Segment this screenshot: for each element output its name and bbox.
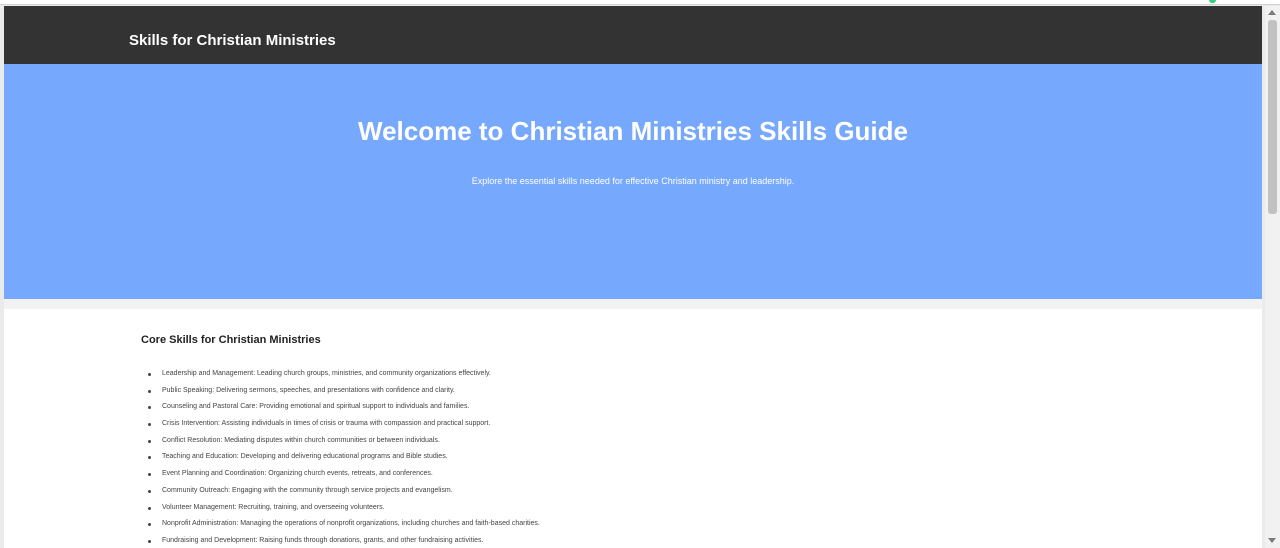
- skill-text: Public Speaking: Delivering sermons, spe…: [162, 386, 455, 394]
- skill-text: Leadership and Management: Leading churc…: [162, 370, 491, 377]
- site-title: Skills for Christian Ministries: [129, 32, 336, 49]
- bullet-icon: [148, 473, 151, 477]
- skill-text: Event Planning and Coordination: Organiz…: [162, 470, 433, 478]
- skill-text: Volunteer Management: Recruiting, traini…: [162, 503, 385, 511]
- page-viewport: Skills for Christian Ministries Welcome …: [4, 6, 1262, 548]
- list-item: Volunteer Management: Recruiting, traini…: [141, 503, 540, 520]
- skills-list: Leadership and Management: Leading churc…: [141, 369, 540, 548]
- hero-banner: Welcome to Christian Ministries Skills G…: [4, 64, 1262, 299]
- skill-text: Conflict Resolution: Mediating disputes …: [162, 436, 440, 444]
- bullet-icon: [148, 389, 151, 393]
- bullet-icon: [148, 456, 151, 460]
- list-item: Event Planning and Coordination: Organiz…: [141, 469, 540, 486]
- list-item: Teaching and Education: Developing and d…: [141, 452, 540, 469]
- scrollbar-thumb[interactable]: [1268, 20, 1277, 214]
- hero-title: Welcome to Christian Ministries Skills G…: [358, 116, 908, 146]
- list-item: Crisis Intervention: Assisting individua…: [141, 419, 540, 436]
- bullet-icon: [148, 489, 151, 493]
- list-item: Public Speaking: Delivering sermons, spe…: [141, 386, 540, 403]
- list-item: Leadership and Management: Leading churc…: [141, 369, 540, 386]
- list-item: Nonprofit Administration: Managing the o…: [141, 519, 540, 536]
- status-indicator: [1209, 0, 1216, 3]
- bullet-icon: [148, 539, 151, 543]
- browser-top-strip: [0, 0, 1280, 5]
- skill-text: Community Outreach: Engaging with the co…: [162, 486, 453, 494]
- list-item: Conflict Resolution: Mediating disputes …: [141, 436, 540, 453]
- bullet-icon: [148, 523, 151, 527]
- bullet-icon: [148, 506, 151, 510]
- chevron-up-icon[interactable]: [1268, 10, 1276, 15]
- bullet-icon: [148, 373, 151, 376]
- vertical-scrollbar[interactable]: [1265, 6, 1280, 548]
- skill-text: Counseling and Pastoral Care: Providing …: [162, 403, 470, 411]
- chevron-down-icon[interactable]: [1268, 538, 1276, 543]
- core-skills-section: Core Skills for Christian Ministries Lea…: [4, 309, 1262, 548]
- hero-subtitle: Explore the essential skills needed for …: [471, 176, 795, 186]
- list-item: Fundraising and Development: Raising fun…: [141, 536, 540, 548]
- skill-text: Fundraising and Development: Raising fun…: [162, 536, 484, 544]
- site-header: Skills for Christian Ministries: [4, 6, 1262, 64]
- section-heading: Core Skills for Christian Ministries: [141, 334, 321, 346]
- skill-text: Nonprofit Administration: Managing the o…: [162, 520, 540, 528]
- skill-text: Crisis Intervention: Assisting individua…: [162, 420, 491, 428]
- list-item: Counseling and Pastoral Care: Providing …: [141, 402, 540, 419]
- list-item: Community Outreach: Engaging with the co…: [141, 486, 540, 503]
- skill-text: Teaching and Education: Developing and d…: [162, 453, 448, 461]
- bullet-icon: [148, 406, 151, 410]
- bullet-icon: [148, 439, 151, 443]
- bullet-icon: [148, 423, 151, 427]
